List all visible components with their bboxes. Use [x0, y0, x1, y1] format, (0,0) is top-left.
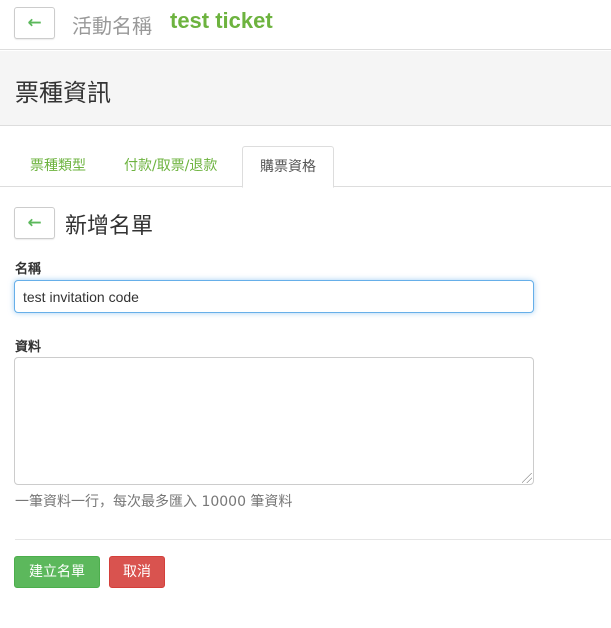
form-back-button[interactable]: ←: [14, 207, 55, 239]
section-title: 票種資訊: [15, 79, 111, 107]
tab-bar: 票種類型 付款/取票/退款 購票資格: [0, 146, 611, 188]
tab-payment-pickup-refund[interactable]: 付款/取票/退款: [124, 146, 217, 187]
section-header: 票種資訊: [0, 51, 611, 126]
data-textarea[interactable]: [14, 357, 534, 485]
event-name: test ticket: [170, 8, 273, 33]
event-name-label: 活動名稱: [72, 14, 152, 38]
resize-grip-icon[interactable]: [522, 473, 532, 483]
top-header: ← 活動名稱 test ticket: [0, 0, 611, 50]
name-input[interactable]: [14, 280, 534, 313]
divider: [15, 539, 611, 540]
form-title: 新增名單: [65, 214, 154, 239]
name-label: 名稱: [15, 262, 42, 277]
tab-purchase-eligibility[interactable]: 購票資格: [242, 146, 334, 188]
cancel-button[interactable]: 取消: [109, 556, 165, 588]
arrow-left-icon: ←: [27, 13, 42, 33]
data-label: 資料: [15, 340, 42, 355]
arrow-left-icon: ←: [27, 213, 42, 233]
back-button[interactable]: ←: [14, 7, 55, 39]
create-list-button[interactable]: 建立名單: [14, 556, 100, 588]
help-text: 一筆資料一行，每次最多匯入 10000 筆資料: [15, 494, 293, 510]
tab-ticket-type[interactable]: 票種類型: [30, 146, 86, 187]
